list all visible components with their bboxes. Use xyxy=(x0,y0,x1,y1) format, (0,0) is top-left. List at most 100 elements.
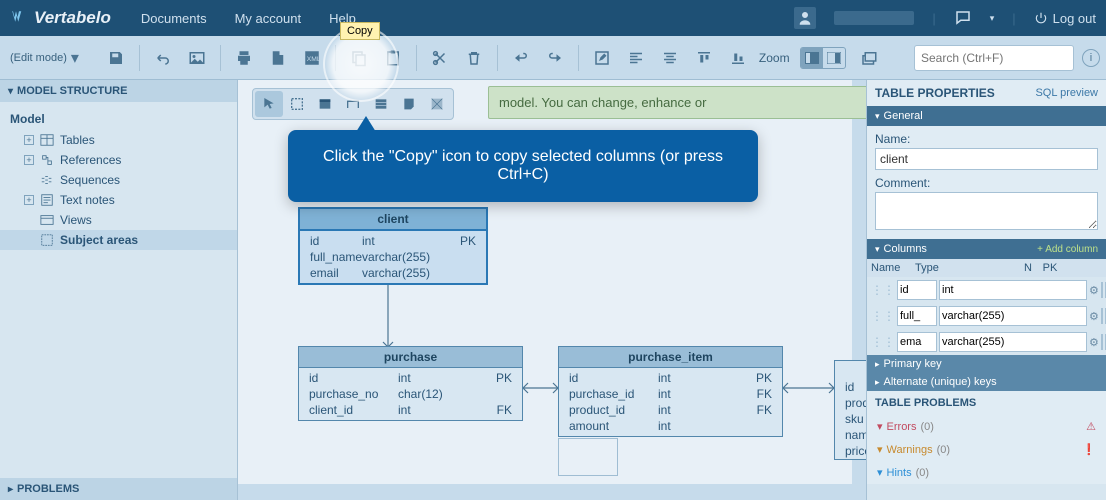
edit-mode-label[interactable]: (Edit mode) xyxy=(10,52,67,64)
logout-button[interactable]: Log out xyxy=(1034,11,1096,26)
drag-handle-icon[interactable]: ⋮⋮ xyxy=(871,309,895,323)
entity-purchase[interactable]: purchase idintPK purchase_nochar(12) cli… xyxy=(298,346,523,421)
hints-row[interactable]: ▾Hints(0) xyxy=(867,461,1106,484)
layout-toggle[interactable] xyxy=(800,47,846,69)
col-type-input[interactable] xyxy=(939,332,1087,352)
picture-button[interactable] xyxy=(184,45,210,71)
col-name-input[interactable] xyxy=(897,280,937,300)
delete-button[interactable] xyxy=(461,45,487,71)
column-row[interactable]: idintPK xyxy=(299,370,522,386)
tree-item-text-notes[interactable]: +Text notes xyxy=(0,190,237,210)
layer-button[interactable] xyxy=(856,45,882,71)
col-type-input[interactable] xyxy=(939,280,1087,300)
nav-documents[interactable]: Documents xyxy=(141,11,207,26)
table-tool[interactable] xyxy=(311,91,339,117)
cut-button[interactable] xyxy=(427,45,453,71)
edit-box-button[interactable] xyxy=(589,45,615,71)
chat-icon[interactable] xyxy=(954,9,972,27)
info-button[interactable]: i xyxy=(1082,49,1100,67)
sticky-note[interactable]: model. You can change, enhance or xyxy=(488,86,866,119)
gear-icon[interactable]: ⚙ xyxy=(1089,284,1099,297)
nav-my-account[interactable]: My account xyxy=(235,11,301,26)
gear-icon[interactable]: ⚙ xyxy=(1089,336,1099,349)
chat-caret[interactable]: ▾ xyxy=(990,13,995,24)
column-editor-row[interactable]: ⋮⋮ ⚙ ✓ ▾ × xyxy=(867,277,1106,303)
tree-root-model[interactable]: Model xyxy=(0,108,237,130)
column-row[interactable]: idintPK xyxy=(559,370,782,386)
column-row[interactable]: purchase_idintFK xyxy=(559,386,782,402)
col-type-input[interactable] xyxy=(939,306,1087,326)
section-alternate-keys[interactable]: ▸Alternate (unique) keys xyxy=(867,373,1106,391)
column-row[interactable]: prod xyxy=(835,395,866,411)
column-row[interactable]: name xyxy=(835,427,866,443)
comment-textarea[interactable] xyxy=(875,192,1098,230)
entity-header[interactable]: purchase xyxy=(299,347,522,368)
save-button[interactable] xyxy=(103,45,129,71)
tree-item-references[interactable]: +References xyxy=(0,150,237,170)
paste-button[interactable] xyxy=(380,45,406,71)
tree-item-sequences[interactable]: +Sequences xyxy=(0,170,237,190)
errors-row[interactable]: ▾Errors(0)⚠ xyxy=(867,415,1106,438)
model-structure-header[interactable]: ▾MODEL STRUCTURE xyxy=(0,80,237,102)
layout-option-sidebar[interactable] xyxy=(801,48,823,68)
layout-option-full[interactable] xyxy=(823,48,845,68)
align-left-button[interactable] xyxy=(623,45,649,71)
column-row[interactable]: product_idintFK xyxy=(559,402,782,418)
marquee-tool[interactable] xyxy=(283,91,311,117)
tree-item-tables[interactable]: +Tables xyxy=(0,130,237,150)
entity-product-partial[interactable]: id prod sku name price xyxy=(834,360,866,460)
align-center-button[interactable] xyxy=(657,45,683,71)
search-input[interactable] xyxy=(914,45,1074,71)
column-row[interactable]: emailvarchar(255) xyxy=(300,265,486,281)
entity-purchase-item[interactable]: purchase_item idintPK purchase_idintFK p… xyxy=(558,346,783,437)
mode-caret-icon[interactable]: ▾ xyxy=(71,48,79,68)
column-editor-row[interactable]: ⋮⋮ ⚙ ▾ × xyxy=(867,303,1106,329)
section-columns[interactable]: ▾Columns+ Add column xyxy=(867,239,1106,259)
tree-item-subject-areas[interactable]: +Subject areas xyxy=(0,230,237,250)
col-name-input[interactable] xyxy=(897,332,937,352)
table-name-input[interactable] xyxy=(875,148,1098,170)
nullable-checkbox[interactable] xyxy=(1101,308,1103,324)
minimap[interactable] xyxy=(558,438,618,476)
column-row[interactable]: amountint xyxy=(559,418,782,434)
warnings-row[interactable]: ▾Warnings(0)❗ xyxy=(867,438,1106,461)
nullable-checkbox[interactable] xyxy=(1101,334,1103,350)
copy-button[interactable] xyxy=(346,45,372,71)
tree-item-views[interactable]: +Views xyxy=(0,210,237,230)
undo-button[interactable] xyxy=(508,45,534,71)
column-row[interactable]: full_namevarchar(255) xyxy=(300,249,486,265)
sql-preview-link[interactable]: SQL preview xyxy=(1035,87,1098,99)
column-row[interactable]: client_idintFK xyxy=(299,402,522,418)
column-row[interactable]: id xyxy=(835,379,866,395)
entity-header[interactable]: purchase_item xyxy=(559,347,782,368)
add-column-link[interactable]: + Add column xyxy=(1037,244,1098,255)
avatar[interactable] xyxy=(794,7,816,29)
gear-icon[interactable]: ⚙ xyxy=(1089,310,1099,323)
pointer-tool[interactable] xyxy=(255,91,283,117)
entity-header[interactable]: client xyxy=(300,209,486,231)
drag-handle-icon[interactable]: ⋮⋮ xyxy=(871,335,895,349)
redo-button[interactable] xyxy=(542,45,568,71)
brand[interactable]: Vertabelo xyxy=(10,8,111,28)
column-row[interactable]: idintPK xyxy=(300,233,486,249)
align-bottom-button[interactable] xyxy=(725,45,751,71)
col-name-input[interactable] xyxy=(897,306,937,326)
export-button[interactable] xyxy=(265,45,291,71)
undo-all-button[interactable] xyxy=(150,45,176,71)
column-row[interactable]: price xyxy=(835,443,866,459)
view-tool[interactable] xyxy=(367,91,395,117)
section-general[interactable]: ▾General xyxy=(867,106,1106,126)
note-tool[interactable] xyxy=(395,91,423,117)
section-primary-key[interactable]: ▸Primary key xyxy=(867,355,1106,373)
reference-tool[interactable] xyxy=(339,91,367,117)
drag-handle-icon[interactable]: ⋮⋮ xyxy=(871,283,895,297)
entity-client[interactable]: client idintPK full_namevarchar(255) ema… xyxy=(298,207,488,285)
xml-button[interactable]: XML xyxy=(299,45,325,71)
column-row[interactable]: purchase_nochar(12) xyxy=(299,386,522,402)
column-row[interactable]: sku xyxy=(835,411,866,427)
area-tool[interactable] xyxy=(423,91,451,117)
print-button[interactable] xyxy=(231,45,257,71)
nullable-checkbox[interactable] xyxy=(1101,282,1103,298)
column-editor-row[interactable]: ⋮⋮ ⚙ ▾ × xyxy=(867,329,1106,355)
align-top-button[interactable] xyxy=(691,45,717,71)
